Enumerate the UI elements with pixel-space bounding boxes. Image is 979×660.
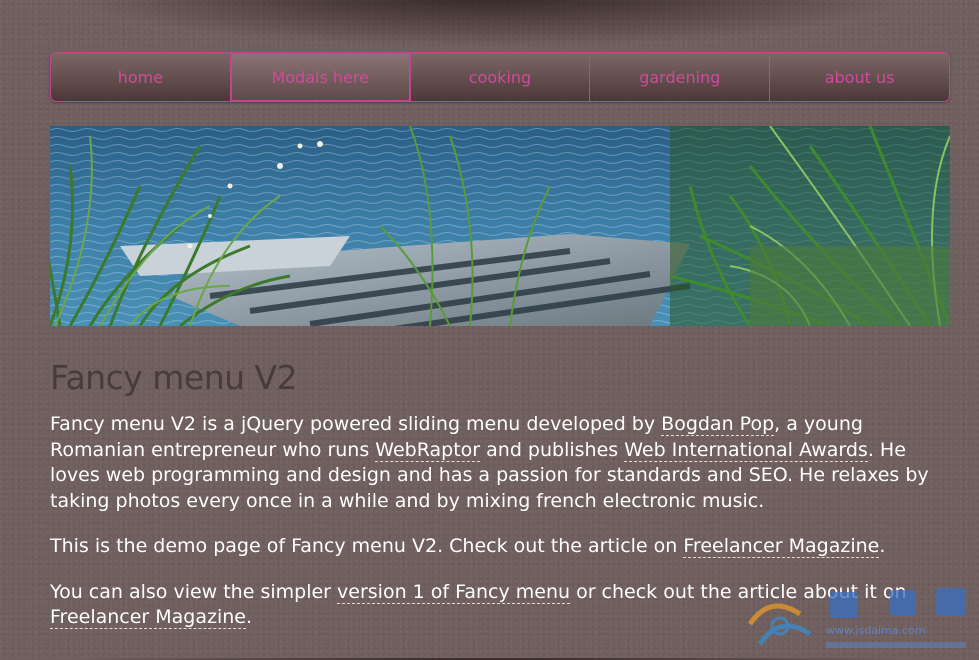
site-watermark: www.jsdaima.com (740, 584, 975, 656)
nav-item-about-us[interactable]: about us (770, 53, 949, 101)
text: Fancy menu V2 is a jQuery powered slidin… (50, 413, 662, 435)
main-nav: home Modals here cooking gardening about… (50, 52, 950, 102)
header-banner-image (50, 126, 950, 326)
text: and publishes (480, 438, 625, 461)
nav-item-modals[interactable]: Modals here (230, 53, 411, 101)
link-freelancer-magazine-2[interactable]: Freelancer Magazine (50, 606, 246, 629)
svg-text:www.jsdaima.com: www.jsdaima.com (826, 624, 926, 637)
link-bogdan-pop[interactable]: Bogdan Pop (661, 413, 775, 436)
link-webraptor[interactable]: WebRaptor (375, 438, 481, 462)
nav-item-gardening[interactable]: gardening (590, 53, 771, 101)
lake-pier-image (50, 126, 950, 326)
link-version-1[interactable]: version 1 of Fancy menu (337, 580, 571, 604)
text: This is the demo page of Fancy menu V2. … (50, 535, 684, 557)
link-web-international-awards[interactable]: Web International Awards (624, 438, 868, 462)
text: . (879, 535, 886, 557)
nav-item-home[interactable]: home (51, 53, 231, 101)
intro-paragraph: Fancy menu V2 is a jQuery powered slidin… (50, 412, 950, 514)
demo-paragraph: This is the demo page of Fancy menu V2. … (50, 534, 950, 560)
text: . (246, 606, 253, 628)
page-title: Fancy menu V2 (50, 358, 298, 397)
link-freelancer-magazine[interactable]: Freelancer Magazine (683, 535, 880, 558)
text: You can also view the simpler (50, 580, 338, 603)
nav-item-cooking[interactable]: cooking (411, 53, 591, 101)
site-logo-icon: www.jsdaima.com (747, 588, 966, 648)
